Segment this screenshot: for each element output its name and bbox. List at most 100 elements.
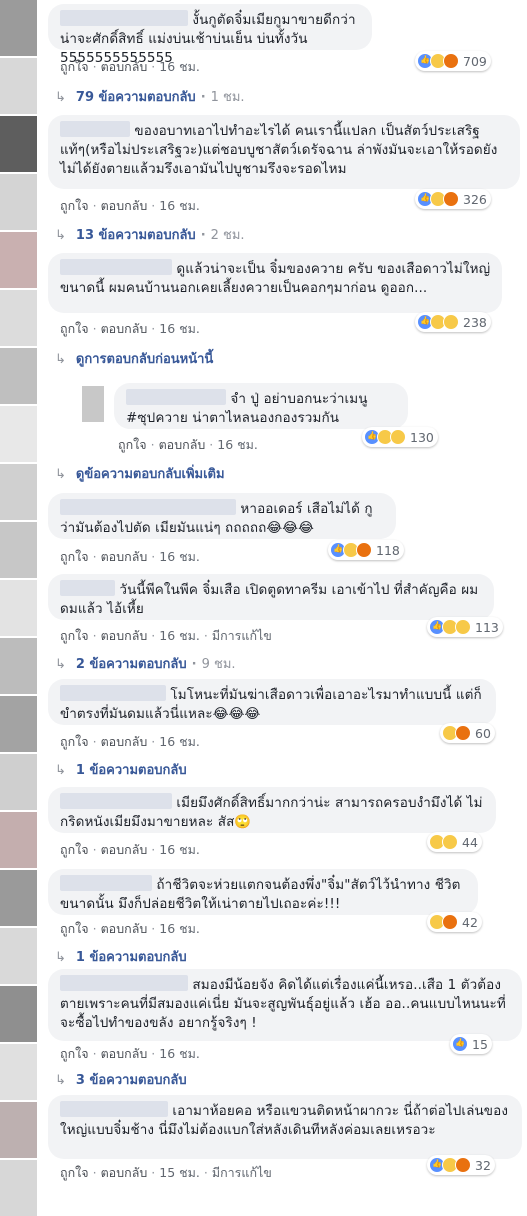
- reaction-summary[interactable]: 130: [362, 427, 438, 447]
- reply-link[interactable]: ตอบกลับ: [101, 842, 148, 857]
- edited-label[interactable]: มีการแก้ไข: [212, 628, 272, 643]
- wow-reaction-icon: [442, 834, 458, 850]
- like-link[interactable]: ถูกใจ: [60, 734, 89, 749]
- reaction-count: 118: [376, 542, 400, 558]
- previous-replies-link[interactable]: ↳ ดูการตอบกลับก่อนหน้านี้: [55, 348, 213, 369]
- strip-photo-tile: [0, 754, 37, 810]
- reply-arrow-icon: ↳: [55, 467, 66, 482]
- timestamp[interactable]: 16 ชม.: [159, 921, 200, 936]
- commenter-name[interactable]: [60, 1101, 168, 1117]
- like-link[interactable]: ถูกใจ: [60, 59, 89, 74]
- like-link[interactable]: ถูกใจ: [60, 921, 89, 936]
- reply-link[interactable]: ตอบกลับ: [159, 437, 206, 452]
- strip-photo-tile: [0, 1044, 37, 1100]
- timestamp[interactable]: 16 ชม.: [159, 628, 200, 643]
- timestamp[interactable]: 16 ชม.: [159, 1046, 200, 1061]
- replies-link[interactable]: ↳ 1 ข้อความตอบกลับ: [55, 946, 187, 967]
- timestamp[interactable]: 15 ชม.: [159, 1165, 200, 1180]
- commenter-name[interactable]: [126, 389, 226, 405]
- strip-photo-tile: [0, 406, 37, 462]
- reaction-summary[interactable]: 32: [427, 1155, 495, 1175]
- reply-link[interactable]: ตอบกลับ: [101, 1046, 148, 1061]
- timestamp[interactable]: 16 ชม.: [159, 549, 200, 564]
- commenter-name[interactable]: [60, 121, 130, 137]
- reaction-count: 42: [462, 914, 478, 930]
- reply-link[interactable]: ตอบกลับ: [101, 1165, 148, 1180]
- reaction-summary[interactable]: 326: [415, 189, 491, 209]
- replies-link[interactable]: ↳ 2 ข้อความตอบกลับ · 9 ชม.: [55, 653, 236, 674]
- comment-text: วันนี้พีคในพีค จิ๋มเสือ เปิดตูดทาครีม เอ…: [60, 582, 479, 617]
- avatar[interactable]: [82, 386, 104, 422]
- reaction-summary[interactable]: 42: [427, 912, 482, 932]
- like-link[interactable]: ถูกใจ: [60, 842, 89, 857]
- reaction-summary[interactable]: 44: [427, 832, 482, 852]
- reply-arrow-icon: ↳: [55, 228, 66, 243]
- replies-link[interactable]: ↳ 3 ข้อความตอบกลับ: [55, 1069, 187, 1090]
- commenter-name[interactable]: [60, 499, 236, 515]
- comment-actions: ถูกใจ · ตอบกลับ · 16 ชม.: [60, 842, 200, 857]
- commenter-name[interactable]: [60, 10, 188, 26]
- strip-photo-tile: [0, 812, 37, 868]
- strip-photo-tile: [0, 58, 37, 114]
- like-link[interactable]: ถูกใจ: [60, 1046, 89, 1061]
- commenter-name[interactable]: [60, 793, 172, 809]
- reaction-count: 709: [463, 53, 487, 69]
- commenter-name[interactable]: [60, 580, 115, 596]
- reply-link[interactable]: ตอบกลับ: [101, 549, 148, 564]
- reply-link[interactable]: ตอบกลับ: [101, 59, 148, 74]
- reaction-summary[interactable]: 15: [450, 1034, 492, 1054]
- comment-bubble: ดูแล้วน่าจะเป็น จิ๋มของควาย ครับ ของเสือ…: [48, 253, 502, 313]
- like-link[interactable]: ถูกใจ: [60, 1165, 89, 1180]
- angry-reaction-icon: [443, 191, 459, 207]
- reply-link[interactable]: ตอบกลับ: [101, 198, 148, 213]
- commenter-name[interactable]: [60, 875, 152, 891]
- commenter-name[interactable]: [60, 975, 188, 991]
- strip-photo-tile: [0, 1102, 37, 1158]
- like-link[interactable]: ถูกใจ: [118, 437, 147, 452]
- timestamp[interactable]: 16 ชม.: [217, 437, 258, 452]
- angry-reaction-icon: [455, 1157, 471, 1173]
- reply-arrow-icon: ↳: [55, 657, 66, 672]
- comment-actions: ถูกใจ · ตอบกลับ · 16 ชม.: [60, 549, 200, 564]
- strip-photo-tile: [0, 638, 37, 694]
- comment-bubble: เอามาห้อยคอ หรือแขวนติดหน้าผากวะ นี่ถ้าต…: [48, 1095, 522, 1159]
- like-link[interactable]: ถูกใจ: [60, 198, 89, 213]
- strip-photo-tile: [0, 174, 37, 230]
- replies-link[interactable]: ↳ 1 ข้อความตอบกลับ: [55, 759, 187, 780]
- comment-actions: ถูกใจ · ตอบกลับ · 16 ชม.: [60, 321, 200, 336]
- reaction-summary[interactable]: 238: [415, 312, 491, 332]
- comment-bubble: วันนี้พีคในพีค จิ๋มเสือ เปิดตูดทาครีม เอ…: [48, 574, 494, 620]
- reply-link[interactable]: ตอบกลับ: [101, 734, 148, 749]
- strip-photo-tile: [0, 290, 37, 346]
- timestamp[interactable]: 16 ชม.: [159, 59, 200, 74]
- like-link[interactable]: ถูกใจ: [60, 321, 89, 336]
- angry-reaction-icon: [442, 914, 458, 930]
- like-link[interactable]: ถูกใจ: [60, 549, 89, 564]
- wow-reaction-icon: [443, 314, 459, 330]
- more-replies-link[interactable]: ↳ ดูข้อความตอบกลับเพิ่มเติม: [55, 463, 225, 484]
- like-link[interactable]: ถูกใจ: [60, 628, 89, 643]
- reply-arrow-icon: ↳: [55, 90, 66, 105]
- reply-arrow-icon: ↳: [55, 950, 66, 965]
- comment-actions: ถูกใจ · ตอบกลับ · 16 ชม.: [60, 1046, 200, 1061]
- reaction-summary[interactable]: 118: [328, 540, 404, 560]
- timestamp[interactable]: 16 ชม.: [159, 842, 200, 857]
- reaction-summary[interactable]: 113: [427, 617, 503, 637]
- reply-link[interactable]: ตอบกลับ: [101, 628, 148, 643]
- timestamp[interactable]: 16 ชม.: [159, 198, 200, 213]
- edited-label[interactable]: มีการแก้ไข: [212, 1165, 272, 1180]
- reaction-summary[interactable]: 709: [415, 51, 491, 71]
- timestamp[interactable]: 16 ชม.: [159, 734, 200, 749]
- replies-link[interactable]: ↳ 13 ข้อความตอบกลับ · 2 ชม.: [55, 224, 245, 245]
- replies-link[interactable]: ↳ 79 ข้อความตอบกลับ · 1 ชม.: [55, 86, 245, 107]
- comment-actions: ถูกใจ · ตอบกลับ · 16 ชม.: [60, 59, 200, 74]
- reply-link[interactable]: ตอบกลับ: [101, 321, 148, 336]
- comment-actions: ถูกใจ · ตอบกลับ · 16 ชม.: [60, 734, 200, 749]
- timestamp[interactable]: 16 ชม.: [159, 321, 200, 336]
- reaction-count: 15: [472, 1036, 488, 1052]
- commenter-name[interactable]: [60, 259, 172, 275]
- reaction-summary[interactable]: 60: [440, 723, 495, 743]
- reply-link[interactable]: ตอบกลับ: [101, 921, 148, 936]
- commenter-name[interactable]: [60, 685, 166, 701]
- angry-reaction-icon: [455, 725, 471, 741]
